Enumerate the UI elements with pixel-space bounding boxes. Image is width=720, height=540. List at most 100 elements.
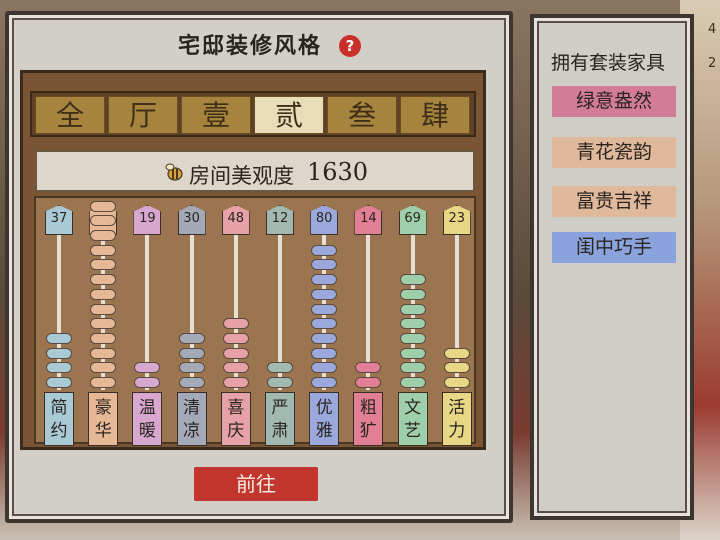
style-label: 清凉 (178, 397, 206, 443)
abacus-bead (222, 377, 249, 388)
style-value: 30 (183, 211, 200, 226)
abacus-bead (399, 332, 426, 344)
style-label-box: 优雅 (309, 392, 340, 446)
style-column[interactable]: 160豪华 (88, 0, 119, 540)
abacus-bead (399, 288, 426, 300)
abacus-bead (267, 362, 293, 374)
abacus-bead (46, 347, 72, 359)
abacus-bead (399, 274, 426, 286)
style-value: 23 (448, 211, 466, 226)
style-label: 温暖 (133, 397, 161, 443)
style-label-box: 豪华 (88, 392, 119, 446)
style-label-top: 温 (138, 398, 156, 418)
set-item-qinghua[interactable]: 青花瓷韵 (552, 137, 676, 168)
abacus-bead (90, 230, 117, 241)
abacus-bead (311, 347, 338, 359)
abacus-bead (90, 244, 117, 256)
style-column[interactable]: 69 文艺 (397, 0, 428, 540)
owned-sets-title: 拥有套装家具 (550, 52, 665, 74)
set-item-fugui[interactable]: 富贵吉祥 (552, 186, 676, 217)
style-column[interactable]: 23 活力 (441, 0, 472, 540)
corner-value-top: 4 (708, 22, 717, 37)
style-label: 喜庆 (222, 397, 250, 443)
abacus-bead (90, 362, 117, 374)
abacus-bead (178, 347, 205, 359)
style-label-top: 文 (404, 398, 422, 418)
abacus-bead (46, 332, 72, 344)
abacus-bead (90, 347, 117, 359)
style-label: 优雅 (310, 397, 338, 443)
abacus-bead (443, 362, 470, 374)
style-value: 37 (50, 211, 68, 226)
style-value: 12 (271, 211, 289, 226)
abacus-bead (178, 362, 205, 374)
style-label-bottom: 犷 (359, 421, 377, 441)
abacus-bead (134, 362, 161, 374)
style-label: 文艺 (399, 397, 427, 443)
style-label: 简约 (45, 397, 73, 443)
style-label: 活力 (443, 397, 471, 443)
abacus-bead (90, 288, 117, 300)
style-label-top: 简 (50, 398, 68, 418)
style-label-bottom: 凉 (183, 421, 201, 441)
set-item-guizhong[interactable]: 闺中巧手 (552, 232, 676, 263)
abacus-bead (399, 362, 426, 374)
style-label-box: 文艺 (397, 392, 428, 446)
abacus-bead (90, 200, 117, 212)
style-label-bottom: 雅 (315, 421, 333, 441)
go-button[interactable]: 前往 (194, 467, 318, 501)
abacus-bead (90, 332, 117, 344)
style-label-bottom: 艺 (404, 421, 422, 441)
abacus-bead (134, 377, 161, 388)
abacus-bead (443, 377, 470, 388)
style-label-box: 活力 (441, 392, 472, 446)
style-label-box: 粗犷 (353, 392, 384, 446)
style-value: 14 (360, 211, 377, 226)
style-column[interactable]: 12 严肃 (265, 0, 295, 540)
abacus-bead (178, 332, 205, 344)
style-column[interactable]: 14 粗犷 (353, 0, 384, 540)
abacus-bead (399, 303, 426, 315)
style-label-box: 严肃 (265, 392, 295, 446)
abacus-bead (311, 259, 338, 271)
style-label-bottom: 约 (50, 421, 68, 441)
style-column[interactable]: 48 喜庆 (220, 0, 251, 540)
abacus-bead (399, 347, 426, 359)
style-label-top: 活 (448, 398, 466, 418)
abacus-bead (311, 303, 338, 315)
abacus-bead (311, 244, 338, 256)
style-label-top: 清 (183, 398, 201, 418)
style-value: 48 (227, 211, 245, 226)
abacus-bead (399, 377, 426, 388)
abacus-bead (90, 274, 117, 286)
style-label-box: 温暖 (132, 392, 163, 446)
abacus-bead (90, 318, 117, 330)
abacus-bead (267, 377, 293, 388)
style-column[interactable]: 30 清凉 (176, 0, 207, 540)
abacus-bead (311, 362, 338, 374)
abacus-bead (222, 318, 249, 330)
style-label-box: 喜庆 (220, 392, 251, 446)
abacus-bead (90, 303, 117, 315)
style-label-top: 严 (271, 398, 289, 418)
style-label: 豪华 (89, 397, 117, 443)
style-value: 80 (315, 211, 333, 226)
abacus-bead (311, 332, 338, 344)
style-label-top: 喜 (227, 398, 245, 418)
style-column[interactable]: 80 优雅 (309, 0, 340, 540)
style-label-box: 清凉 (176, 392, 207, 446)
abacus-bead (222, 347, 249, 359)
abacus-bead (90, 377, 117, 388)
style-column[interactable]: 37 简约 (44, 0, 74, 540)
abacus-bead (355, 377, 382, 388)
abacus-bead (399, 318, 426, 330)
style-column[interactable]: 19 温暖 (132, 0, 163, 540)
style-label-bottom: 暖 (138, 421, 156, 441)
abacus-bead (311, 274, 338, 286)
set-item-lvyi[interactable]: 绿意盎然 (552, 86, 676, 117)
style-label-top: 优 (315, 398, 333, 418)
style-label-top: 粗 (359, 398, 377, 418)
style-value: 69 (404, 211, 421, 226)
style-label: 严肃 (266, 397, 294, 443)
abacus-bead (311, 318, 338, 330)
